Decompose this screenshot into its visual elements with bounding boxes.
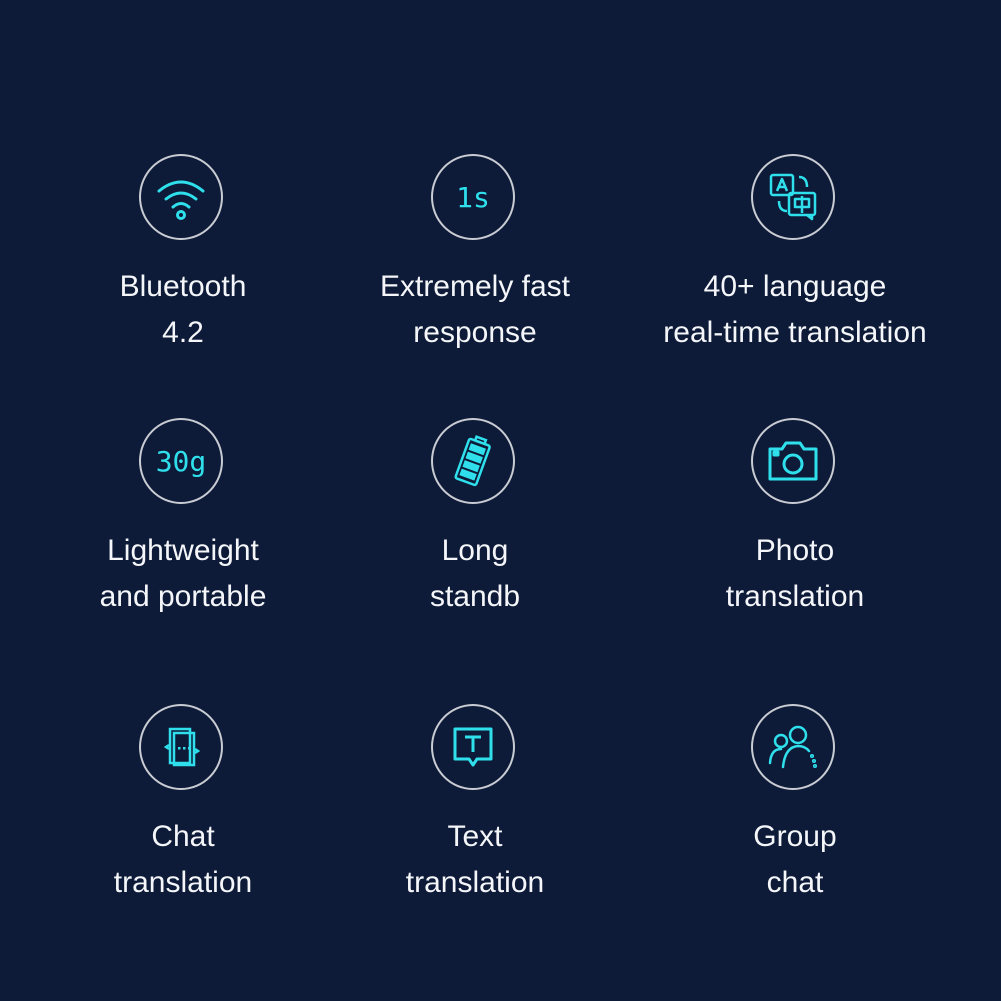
feature-subtitle: and portable bbox=[99, 580, 267, 613]
battery-icon bbox=[431, 418, 515, 504]
feature-title: Bluetooth bbox=[119, 270, 247, 303]
feature-title: 40+ language bbox=[703, 270, 887, 303]
feature-title: Lightweight bbox=[107, 534, 259, 567]
camera-icon bbox=[751, 418, 835, 504]
group-icon bbox=[751, 704, 835, 790]
chat-icon bbox=[139, 704, 223, 790]
feature-title: Photo bbox=[755, 534, 835, 567]
text-icon bbox=[431, 704, 515, 790]
feature-subtitle: response bbox=[413, 316, 537, 349]
feature-subtitle: translation bbox=[725, 580, 865, 613]
feature-subtitle: standb bbox=[429, 580, 521, 613]
one-second-icon: 1s bbox=[431, 154, 515, 240]
weight-icon: 30g bbox=[139, 418, 223, 504]
feature-subtitle: 4.2 bbox=[162, 316, 204, 349]
feature-title: Long bbox=[441, 534, 509, 567]
feature-title: Chat bbox=[151, 820, 215, 853]
translate-icon bbox=[751, 154, 835, 240]
feature-title: Group bbox=[753, 820, 837, 853]
feature-subtitle: translation bbox=[113, 866, 253, 899]
wifi-icon bbox=[139, 154, 223, 240]
feature-title: Extremely fast bbox=[379, 270, 571, 303]
feature-subtitle: real-time translation bbox=[663, 316, 927, 349]
feature-subtitle: chat bbox=[766, 866, 824, 899]
feature-title: Text bbox=[447, 820, 503, 853]
feature-subtitle: translation bbox=[405, 866, 545, 899]
